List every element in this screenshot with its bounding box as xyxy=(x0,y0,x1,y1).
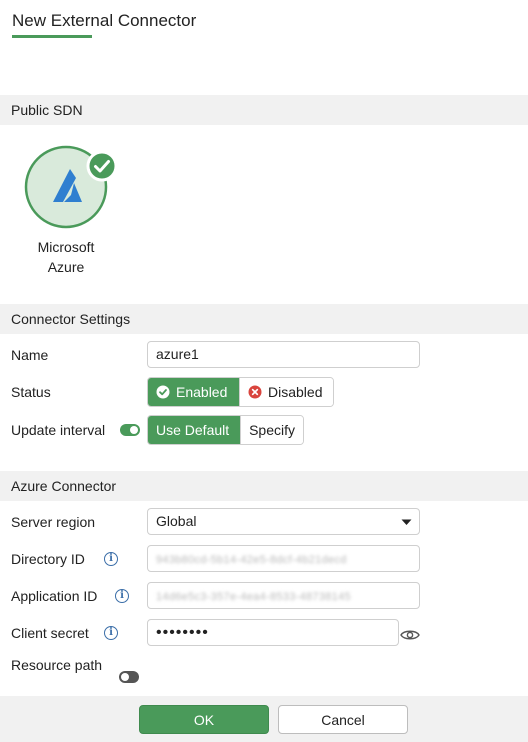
status-enabled-label: Enabled xyxy=(176,384,228,400)
client-secret-info-icon[interactable]: i xyxy=(104,626,118,640)
client-secret-input[interactable]: •••••••• xyxy=(147,619,399,646)
public-sdn-section-header: Public SDN xyxy=(0,95,528,125)
show-password-eye-icon[interactable] xyxy=(400,628,420,642)
server-region-select[interactable]: Global xyxy=(147,508,420,535)
selected-check-icon xyxy=(86,150,118,182)
status-label: Status xyxy=(11,384,51,400)
name-input[interactable]: azure1 xyxy=(147,341,420,368)
name-label: Name xyxy=(11,347,49,363)
directory-id-value: 943b80cd-5b14-42e5-8dcf-4b21decd xyxy=(156,554,347,566)
chevron-down-icon xyxy=(401,519,412,525)
update-interval-toggle[interactable] xyxy=(120,424,140,436)
update-interval-toggle-group: Use Default Specify xyxy=(147,415,304,445)
server-region-label: Server region xyxy=(11,514,96,530)
directory-id-input[interactable]: 943b80cd-5b14-42e5-8dcf-4b21decd xyxy=(147,545,420,572)
use-default-button[interactable]: Use Default xyxy=(148,416,241,444)
application-id-input[interactable]: 14d6e5c3-357e-4ea4-8533-48738145 xyxy=(147,582,420,609)
resource-path-toggle[interactable] xyxy=(119,671,139,683)
status-disabled-button[interactable]: Disabled xyxy=(239,378,333,406)
azure-label-line1: Microsoft xyxy=(37,239,95,255)
azure-connector-label: Microsoft Azure xyxy=(16,237,116,277)
update-interval-label: Update interval xyxy=(11,422,106,438)
status-disabled-label: Disabled xyxy=(268,384,323,400)
ok-button[interactable]: OK xyxy=(139,705,269,734)
server-region-value: Global xyxy=(156,513,197,529)
directory-id-info-icon[interactable]: i xyxy=(104,552,118,566)
application-id-info-icon[interactable]: i xyxy=(115,589,129,603)
cancel-button[interactable]: Cancel xyxy=(278,705,408,734)
client-secret-label: Client secret xyxy=(11,625,89,641)
azure-label-line2: Azure xyxy=(47,259,85,275)
directory-id-label: Directory ID xyxy=(11,551,85,567)
x-circle-icon xyxy=(248,385,262,399)
status-enabled-button[interactable]: Enabled xyxy=(148,378,239,406)
title-underline xyxy=(12,35,92,38)
connector-settings-section-header: Connector Settings xyxy=(0,304,528,334)
check-circle-icon xyxy=(156,385,170,399)
status-toggle-group: Enabled Disabled xyxy=(147,377,334,407)
page-title: New External Connector xyxy=(12,11,197,30)
specify-button[interactable]: Specify xyxy=(240,416,303,444)
azure-connector-section-header: Azure Connector xyxy=(0,471,528,501)
application-id-label: Application ID xyxy=(11,588,98,604)
application-id-value: 14d6e5c3-357e-4ea4-8533-48738145 xyxy=(156,591,351,603)
resource-path-label: Resource path xyxy=(11,657,103,673)
